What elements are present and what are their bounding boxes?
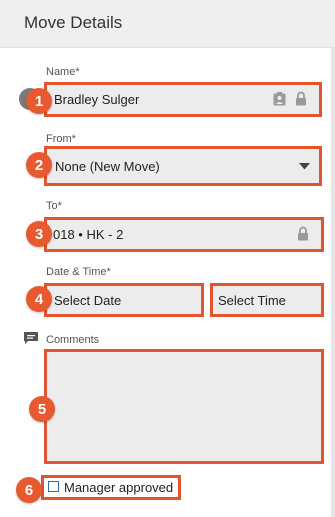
- page-title: Move Details: [24, 13, 123, 32]
- date-highlight: [44, 283, 204, 317]
- to-label: To*: [46, 200, 62, 212]
- comments-highlight: [44, 349, 324, 464]
- comments-label: Comments: [46, 334, 100, 346]
- callout-badge-6: 6: [16, 477, 42, 503]
- comment-icon: [24, 332, 38, 344]
- from-label: From*: [46, 133, 76, 145]
- name-label: Name*: [46, 66, 80, 78]
- panel-edge: [331, 48, 335, 517]
- callout-badge-4: 4: [26, 286, 52, 312]
- name-highlight: [44, 82, 322, 117]
- callout-badge-5: 5: [29, 396, 55, 422]
- datetime-label: Date & Time*: [46, 266, 111, 278]
- time-highlight: [210, 283, 324, 317]
- callout-badge-2: 2: [26, 152, 52, 178]
- to-highlight: [44, 217, 324, 252]
- header-bar: Move Details: [0, 0, 335, 48]
- manager-approved-highlight: [41, 475, 181, 500]
- from-highlight: [44, 146, 322, 186]
- callout-badge-1: 1: [26, 88, 52, 114]
- callout-badge-3: 3: [26, 221, 52, 247]
